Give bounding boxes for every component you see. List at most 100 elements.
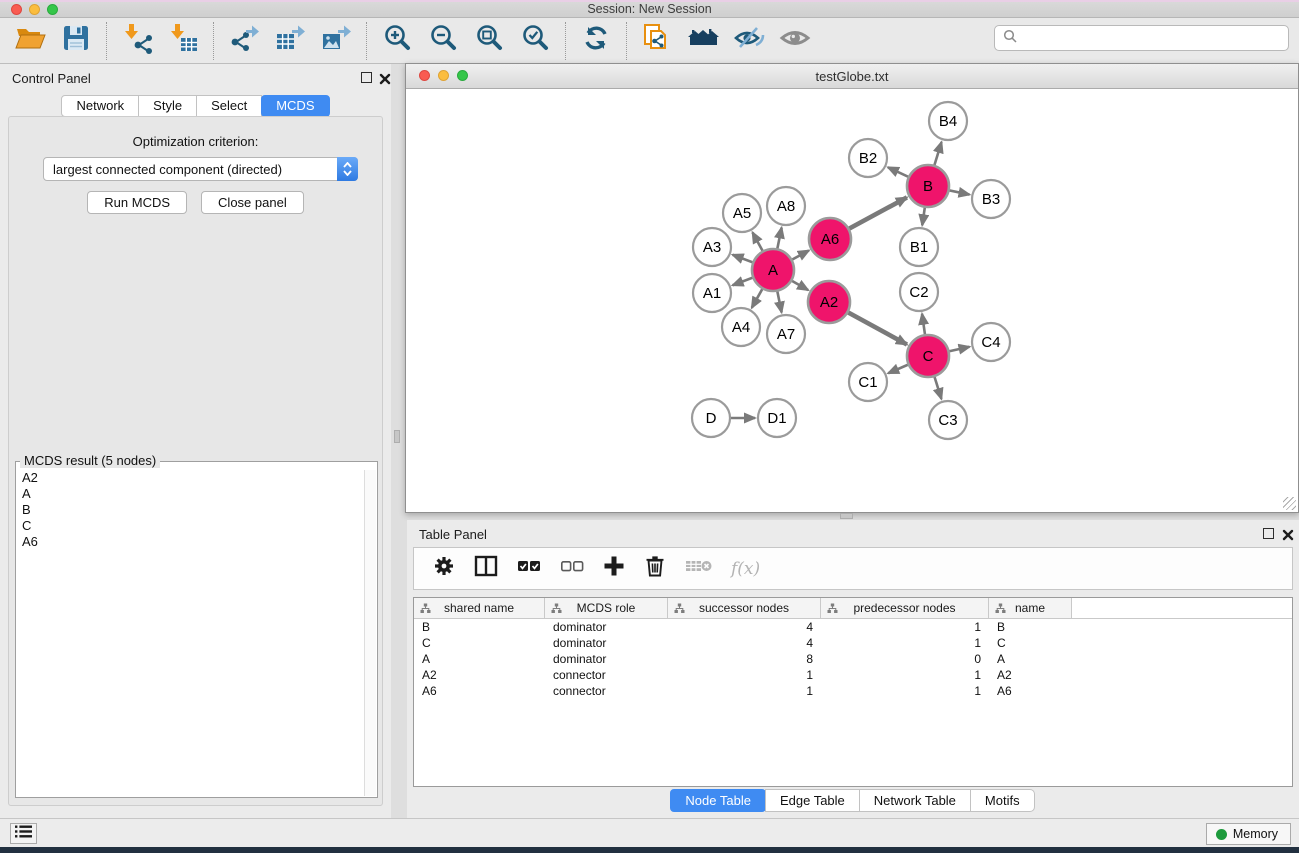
workspace: Control Panel NetworkStyleSelectMCDS Opt… <box>0 64 1299 818</box>
mcds-result-item[interactable]: A <box>17 486 364 502</box>
delete-column-button[interactable] <box>684 555 714 582</box>
node-table[interactable]: shared nameMCDS rolesuccessor nodesprede… <box>413 597 1293 787</box>
graph-node-C4[interactable]: C4 <box>972 323 1010 361</box>
graph-node-A7[interactable]: A7 <box>767 315 805 353</box>
zoom-in-button[interactable] <box>379 23 415 59</box>
table-row[interactable]: Bdominator41B <box>414 619 1292 635</box>
graph-node-C2[interactable]: C2 <box>900 273 938 311</box>
criterion-value: largest connected component (directed) <box>44 162 337 177</box>
table-row[interactable]: Adominator80A <box>414 651 1292 667</box>
hide-selected-button[interactable] <box>731 23 767 59</box>
vertical-split-handle[interactable] <box>394 430 400 443</box>
float-table-panel-icon[interactable] <box>1263 528 1274 539</box>
column-header-predecessor-nodes[interactable]: predecessor nodes <box>821 598 989 618</box>
table-row[interactable]: Cdominator41C <box>414 635 1292 651</box>
graph-node-C1[interactable]: C1 <box>849 363 887 401</box>
mcds-result-list[interactable]: A2ABCA6 <box>17 470 364 796</box>
network-window-titlebar[interactable]: testGlobe.txt <box>406 64 1298 89</box>
search-field[interactable] <box>994 25 1289 51</box>
graph-node-A2[interactable]: A2 <box>808 281 850 323</box>
export-image-button[interactable] <box>318 23 354 59</box>
close-table-panel-icon[interactable] <box>1282 528 1294 540</box>
mcds-result-item[interactable]: C <box>17 518 364 534</box>
zoom-selected-button[interactable] <box>517 23 553 59</box>
graph-node-B2[interactable]: B2 <box>849 139 887 177</box>
network-canvas[interactable]: B4 B2 B B3 A8A5 A6 B1 A3 A C2 A1 A2 A4 A7 C4 C C1 C3 D D1 <box>406 89 1298 512</box>
zoom-out-button[interactable] <box>425 23 461 59</box>
mcds-result-item[interactable]: A2 <box>17 470 364 486</box>
table-row[interactable]: A2connector11A2 <box>414 667 1292 683</box>
resize-grip[interactable] <box>1283 497 1296 510</box>
node-label: C2 <box>909 284 928 301</box>
column-header-shared-name[interactable]: shared name <box>414 598 545 618</box>
task-history-button[interactable] <box>10 823 37 844</box>
graph-node-A[interactable]: A <box>752 249 794 291</box>
tab-motifs[interactable]: Motifs <box>970 789 1035 812</box>
float-panel-icon[interactable] <box>361 72 372 83</box>
select-all-button[interactable] <box>516 554 542 583</box>
add-row-button[interactable] <box>602 554 626 583</box>
tab-network-table[interactable]: Network Table <box>859 789 971 812</box>
zoom-fit-button[interactable] <box>471 23 507 59</box>
graph-node-A8[interactable]: A8 <box>767 187 805 225</box>
table-cell: 1 <box>668 667 821 683</box>
run-mcds-button[interactable]: Run MCDS <box>87 191 187 214</box>
import-table-button[interactable] <box>165 23 201 59</box>
show-all-button[interactable] <box>777 23 813 59</box>
import-network-button[interactable] <box>119 23 155 59</box>
graph-node-C[interactable]: C <box>907 335 949 377</box>
horizontal-split-handle[interactable] <box>840 513 853 519</box>
refresh-button[interactable] <box>578 23 614 59</box>
mcds-list-scrollbar[interactable] <box>364 470 376 796</box>
search-input[interactable] <box>1023 31 1280 46</box>
table-cell: B <box>989 619 1072 635</box>
graph-node-D1[interactable]: D1 <box>758 399 796 437</box>
split-table-button[interactable] <box>473 554 499 583</box>
column-header-successor-nodes[interactable]: successor nodes <box>668 598 821 618</box>
criterion-select[interactable]: largest connected component (directed) <box>43 157 358 181</box>
open-session-button[interactable] <box>12 23 48 59</box>
tab-mcds[interactable]: MCDS <box>261 95 329 117</box>
apply-function-button[interactable]: f(x) <box>731 559 760 579</box>
memory-button[interactable]: Memory <box>1206 823 1291 845</box>
table-cell: 1 <box>821 683 989 699</box>
tab-node-table[interactable]: Node Table <box>670 789 766 812</box>
graph-node-A1[interactable]: A1 <box>693 274 731 312</box>
import-network-icon <box>121 22 153 59</box>
graph-node-A3[interactable]: A3 <box>693 228 731 266</box>
graph-node-B1[interactable]: B1 <box>900 228 938 266</box>
network-graph[interactable]: B4 B2 B B3 A8A5 A6 B1 A3 A C2 A1 A2 A4 A7 C4 C C1 C3 D D1 <box>406 89 1298 512</box>
tab-style[interactable]: Style <box>138 95 197 117</box>
graph-node-A5[interactable]: A5 <box>723 194 761 232</box>
tab-select[interactable]: Select <box>196 95 262 117</box>
clone-network-button[interactable] <box>639 23 675 59</box>
unselect-all-button[interactable] <box>559 554 585 583</box>
mcds-result-item[interactable]: A6 <box>17 534 364 550</box>
mcds-result-item[interactable]: B <box>17 502 364 518</box>
close-panel-icon[interactable] <box>379 72 391 84</box>
graph-node-B[interactable]: B <box>907 165 949 207</box>
graph-node-B4[interactable]: B4 <box>929 102 967 140</box>
table-settings-button[interactable] <box>432 554 456 583</box>
column-header-name[interactable]: name <box>989 598 1072 618</box>
export-table-button[interactable] <box>272 23 308 59</box>
table-toolbar: f(x) <box>413 547 1293 590</box>
close-panel-button[interactable]: Close panel <box>201 191 304 214</box>
graph-node-D[interactable]: D <box>692 399 730 437</box>
tab-edge-table[interactable]: Edge Table <box>765 789 860 812</box>
home-button[interactable] <box>685 23 721 59</box>
delete-row-button[interactable] <box>643 554 667 583</box>
export-network-button[interactable] <box>226 23 262 59</box>
column-header-MCDS-role[interactable]: MCDS role <box>545 598 668 618</box>
save-session-button[interactable] <box>58 23 94 59</box>
graph-node-A6[interactable]: A6 <box>809 218 851 260</box>
node-label: A4 <box>732 319 750 336</box>
table-row[interactable]: A6connector11A6 <box>414 683 1292 699</box>
mcds-panel: Optimization criterion: largest connecte… <box>8 116 383 806</box>
node-label: D1 <box>767 410 786 427</box>
graph-node-A4[interactable]: A4 <box>722 308 760 346</box>
tab-network[interactable]: Network <box>61 95 139 117</box>
graph-node-C3[interactable]: C3 <box>929 401 967 439</box>
graph-node-B3[interactable]: B3 <box>972 180 1010 218</box>
export-table-icon <box>274 22 306 59</box>
